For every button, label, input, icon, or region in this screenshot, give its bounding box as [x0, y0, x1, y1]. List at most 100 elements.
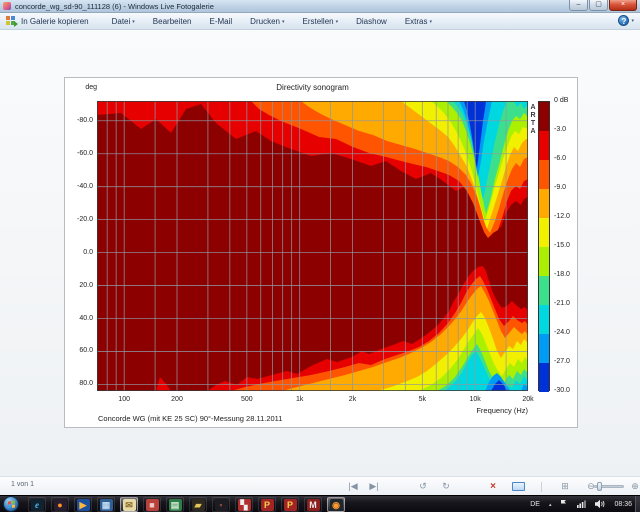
copy-to-gallery-button[interactable]: In Galerie kopieren — [6, 16, 89, 27]
legend-label: -21.0 — [554, 300, 570, 307]
menu-item-diashow[interactable]: Diashow — [356, 17, 387, 26]
colorbar-band — [539, 102, 549, 131]
system-tray: DE ▴ 08:36 — [530, 496, 632, 512]
mail-icon: ✉ — [122, 498, 136, 511]
colorbar-band — [539, 131, 549, 160]
show-desktop-button[interactable] — [635, 496, 640, 512]
legend-label: 0 dB — [554, 97, 569, 104]
copy-to-gallery-icon — [6, 16, 18, 27]
taskbar-icon-app-mini[interactable]: ▪ — [212, 497, 230, 512]
maximize-button[interactable]: ▢ — [589, 0, 608, 11]
taskbar-icon-firefox[interactable]: ● — [51, 497, 69, 512]
app-mini-icon: ▪ — [214, 498, 228, 511]
viewer-toolbar: 1 von 1 |◀ ▶| ↺ ↻ × ⊞ ⊖ ⊕ — [0, 476, 640, 495]
previous-button[interactable]: |◀ — [344, 480, 362, 493]
colorbar-band — [539, 160, 549, 189]
legend-label: -24.0 — [554, 329, 570, 336]
arta-watermark: ARTA — [530, 104, 536, 135]
taskbar-icon-folder[interactable]: ▰ — [189, 497, 207, 512]
slideshow-button[interactable] — [512, 482, 525, 491]
y-tick-label: -20.0 — [77, 215, 93, 223]
photo-image[interactable]: Directivity sonogram deg Frequency (Hz) Con… — [64, 77, 578, 428]
help-icon: ? — [618, 15, 630, 26]
taskbar-icon-app-checker[interactable]: ▚ — [235, 497, 253, 512]
show-hidden-icons-button[interactable]: ▴ — [549, 502, 552, 508]
y-tick-label: 40.0 — [79, 314, 93, 322]
y-axis-unit: deg — [85, 84, 97, 91]
x-tick-label: 5k — [418, 396, 427, 403]
zoom-slider-thumb[interactable] — [597, 482, 602, 491]
firefox-icon: ● — [53, 498, 67, 511]
y-tick-label: -60.0 — [77, 149, 93, 157]
network-icon[interactable] — [577, 499, 587, 511]
close-button[interactable]: × — [609, 0, 637, 11]
menu-item-datei[interactable]: Datei ▾ — [112, 17, 135, 26]
y-tick-label: 20.0 — [79, 281, 93, 289]
chart-title: Directivity sonogram — [276, 83, 349, 92]
folder-icon: ▰ — [191, 498, 205, 511]
photo-gallery-window: concorde_wg_sd-90_111128 (6) - Windows L… — [0, 0, 640, 495]
x-tick-label: 100 — [118, 396, 131, 403]
taskbar-icon-app-p1[interactable]: P — [258, 497, 276, 512]
taskbar-icon-app-window[interactable]: ▦ — [97, 497, 115, 512]
y-tick-label: 0.0 — [83, 248, 93, 256]
colorbar-band — [539, 189, 549, 218]
rotate-left-button[interactable]: ↺ — [414, 480, 432, 493]
app-p1-icon: P — [260, 498, 274, 511]
legend-label: -3.0 — [554, 126, 567, 133]
legend-label: -30.0 — [554, 387, 570, 394]
minimize-button[interactable]: – — [569, 0, 588, 11]
action-center-flag-icon[interactable] — [560, 499, 568, 511]
internet-explorer-icon: e — [30, 498, 44, 511]
media-player-icon: ▶ — [76, 498, 90, 511]
taskbar-icon-mail[interactable]: ✉ — [120, 497, 138, 512]
desktop: concorde_wg_sd-90_111128 (6) - Windows L… — [0, 0, 640, 512]
next-button[interactable]: ▶| — [365, 480, 383, 493]
zoom-slider[interactable] — [594, 482, 624, 491]
photo-count: 1 von 1 — [11, 481, 34, 488]
menu-item-erstellen[interactable]: Erstellen ▾ — [302, 17, 338, 26]
menu-item-email[interactable]: E-Mail — [210, 17, 233, 26]
legend-label: -18.0 — [554, 271, 570, 278]
chevron-down-icon: ▾ — [631, 17, 634, 24]
titlebar[interactable]: concorde_wg_sd-90_111128 (6) - Windows L… — [0, 0, 640, 13]
help-button[interactable]: ? ▾ — [618, 15, 634, 26]
menu-items: Datei ▾ Bearbeiten E-Mail Drucken ▾ Erstellen ▾… — [103, 17, 441, 26]
chevron-down-icon: ▾ — [335, 18, 339, 25]
menubar: In Galerie kopieren Datei ▾ Bearbeiten E-Ma… — [0, 13, 640, 30]
taskbar-icon-app-p2[interactable]: P — [281, 497, 299, 512]
app-m-icon: M — [306, 498, 320, 511]
taskbar-icon-internet-explorer[interactable]: e — [28, 497, 46, 512]
y-tick-label: 80.0 — [79, 380, 93, 388]
taskbar-icon-photo-gallery[interactable]: ◉ — [327, 497, 345, 512]
photo-gallery-icon: ◉ — [329, 498, 343, 511]
app-window-icon: ▦ — [99, 498, 113, 511]
app-icon — [3, 2, 11, 10]
taskbar: e ● ▶ ▦ ✉ ■ ▤ ▰ ▪ ▚ P P M ◉ DE ▴ 08:36 — [0, 495, 640, 512]
menu-item-drucken[interactable]: Drucken ▾ — [250, 17, 284, 26]
zoom-in-button[interactable]: ⊕ — [626, 480, 640, 493]
actual-size-button[interactable]: ⊞ — [556, 480, 574, 493]
y-tick-label: -80.0 — [77, 116, 93, 124]
colorbar-band — [539, 363, 549, 392]
delete-button[interactable]: × — [484, 480, 502, 493]
y-tick-label: -40.0 — [77, 182, 93, 190]
colorbar-band — [539, 305, 549, 334]
taskbar-icon-app-m[interactable]: M — [304, 497, 322, 512]
taskbar-icon-media-player[interactable]: ▶ — [74, 497, 92, 512]
colorbar-band — [539, 247, 549, 276]
window-title: concorde_wg_sd-90_111128 (6) - Windows L… — [15, 1, 214, 11]
x-tick-label: 20k — [522, 396, 534, 403]
clock[interactable]: 08:36 — [614, 501, 632, 508]
menu-item-extras[interactable]: Extras ▾ — [405, 17, 432, 26]
windows-logo-icon — [8, 500, 15, 509]
language-indicator[interactable]: DE — [530, 501, 540, 508]
sonogram-plot — [97, 101, 528, 391]
volume-icon[interactable] — [595, 499, 605, 511]
taskbar-icon-app-green[interactable]: ▤ — [166, 497, 184, 512]
start-button[interactable] — [3, 496, 19, 512]
taskbar-icon-app-red[interactable]: ■ — [143, 497, 161, 512]
rotate-right-button[interactable]: ↻ — [437, 480, 455, 493]
menu-item-bearbeiten[interactable]: Bearbeiten — [153, 17, 192, 26]
legend-label: -15.0 — [554, 242, 570, 249]
